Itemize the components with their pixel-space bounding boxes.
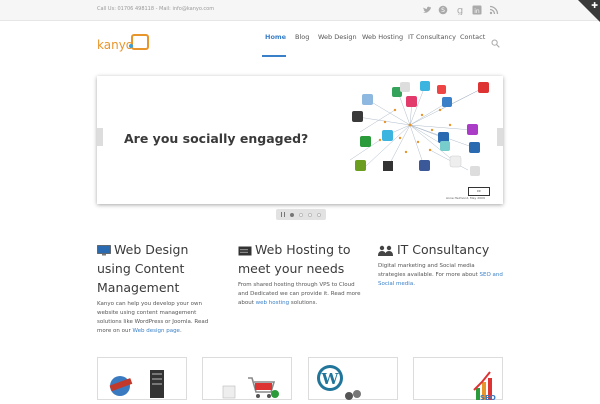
- pager-dot[interactable]: [290, 212, 295, 217]
- service-description: Kanyo can help you develop your own webs…: [97, 301, 209, 334]
- web-servers-icon: [109, 370, 164, 398]
- pager-dot[interactable]: [316, 212, 321, 217]
- nav-home[interactable]: Home: [265, 33, 286, 41]
- users-icon: [378, 245, 393, 256]
- nav-contact[interactable]: Contact: [460, 33, 485, 41]
- svg-text:SEO: SEO: [480, 394, 496, 400]
- nav-blog[interactable]: Blog: [295, 33, 309, 41]
- svg-text:W: W: [321, 370, 340, 388]
- skype-icon[interactable]: S: [436, 3, 449, 16]
- monitor-icon: [97, 245, 111, 256]
- svg-text:g: g: [456, 5, 462, 15]
- logo-text: kanyo: [97, 38, 134, 52]
- social-network-graphic: [349, 81, 489, 176]
- rss-icon[interactable]: [487, 3, 500, 16]
- nav-web-design[interactable]: Web Design: [318, 33, 357, 41]
- feature-box[interactable]: SEO: [413, 357, 503, 402]
- search-icon[interactable]: [491, 33, 500, 48]
- slider-headline: Are you socially engaged?: [124, 131, 309, 146]
- service-link[interactable]: Web design page: [132, 328, 179, 334]
- service-title: Web Hosting to meet your needs: [238, 242, 351, 276]
- nav-it-consultancy[interactable]: IT Consultancy: [408, 33, 456, 41]
- service-web-design: Web Design using Content Management Kany…: [97, 240, 217, 336]
- top-bar: Call Us: 01706 498118 - Mail: info@kanyo…: [0, 0, 600, 21]
- site-logo[interactable]: kanyo: [97, 34, 157, 58]
- wordpress-icon: W: [317, 365, 361, 400]
- logo-frame: [131, 34, 149, 50]
- expand-icon[interactable]: ✚: [591, 1, 598, 11]
- nav-active-indicator: [262, 55, 286, 57]
- google-plus-icon[interactable]: g: [453, 3, 466, 16]
- service-title: Web Design using Content Management: [97, 242, 189, 295]
- slider-prev-button[interactable]: [97, 128, 103, 146]
- image-credit: Anne Helmond, May 2009: [446, 196, 485, 200]
- contact-info: Call Us: 01706 498118 - Mail: info@kanyo…: [97, 6, 215, 12]
- creative-commons-badge: cc: [468, 187, 490, 196]
- service-title: IT Consultancy: [378, 240, 503, 259]
- service-web-hosting: Web Hosting to meet your needs From shar…: [238, 240, 363, 308]
- service-link[interactable]: web hosting: [256, 300, 290, 306]
- svg-text:S: S: [441, 7, 445, 14]
- feature-box[interactable]: W: [308, 357, 398, 400]
- linkedin-icon[interactable]: in: [470, 3, 483, 16]
- logo-dot: [129, 44, 133, 48]
- pause-icon[interactable]: [281, 212, 286, 217]
- nav-web-hosting[interactable]: Web Hosting: [362, 33, 403, 41]
- service-it-consultancy: IT Consultancy Digital marketing and Soc…: [378, 240, 503, 289]
- slider-pager[interactable]: [276, 209, 326, 220]
- twitter-icon[interactable]: [420, 3, 433, 16]
- svg-text:in: in: [474, 7, 480, 14]
- shopping-cart-icon: [222, 377, 279, 399]
- service-description: From shared hosting through VPS to Cloud…: [238, 282, 361, 306]
- server-icon: [238, 246, 252, 255]
- feature-box[interactable]: [97, 357, 187, 400]
- pager-dot[interactable]: [298, 212, 303, 217]
- pager-dot[interactable]: [307, 212, 312, 217]
- seo-chart-icon: SEO: [473, 371, 496, 402]
- service-description: Digital marketing and Social media strat…: [378, 263, 503, 287]
- feature-box[interactable]: [202, 357, 292, 400]
